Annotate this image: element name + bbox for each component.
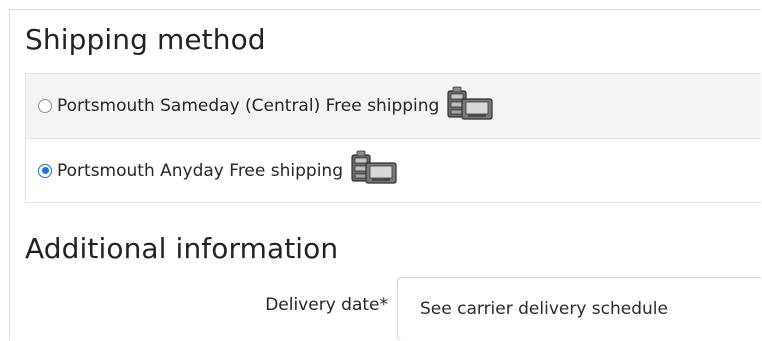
carrier-truck-icon [445, 85, 495, 128]
additional-information-heading: Additional information [25, 232, 339, 265]
radio-button[interactable] [38, 99, 52, 113]
radio-button-checked[interactable] [38, 163, 52, 178]
carrier-truck-icon [349, 149, 399, 192]
checkout-panel: Shipping method Portsmouth Sameday (Cent… [9, 9, 761, 340]
shipping-option-anyday[interactable]: Portsmouth Anyday Free shipping [26, 138, 761, 202]
shipping-option-label: Portsmouth Anyday Free shipping [57, 160, 343, 181]
delivery-date-label: Delivery date* [265, 295, 388, 315]
shipping-method-heading: Shipping method [25, 23, 266, 56]
shipping-option-sameday[interactable]: Portsmouth Sameday (Central) Free shippi… [26, 74, 761, 138]
delivery-date-field[interactable]: See carrier delivery schedule [397, 277, 761, 340]
shipping-option-label: Portsmouth Sameday (Central) Free shippi… [57, 96, 440, 116]
delivery-date-row: Delivery date* See carrier delivery sche… [10, 273, 761, 340]
shipping-method-list: Portsmouth Sameday (Central) Free shippi… [25, 73, 761, 203]
